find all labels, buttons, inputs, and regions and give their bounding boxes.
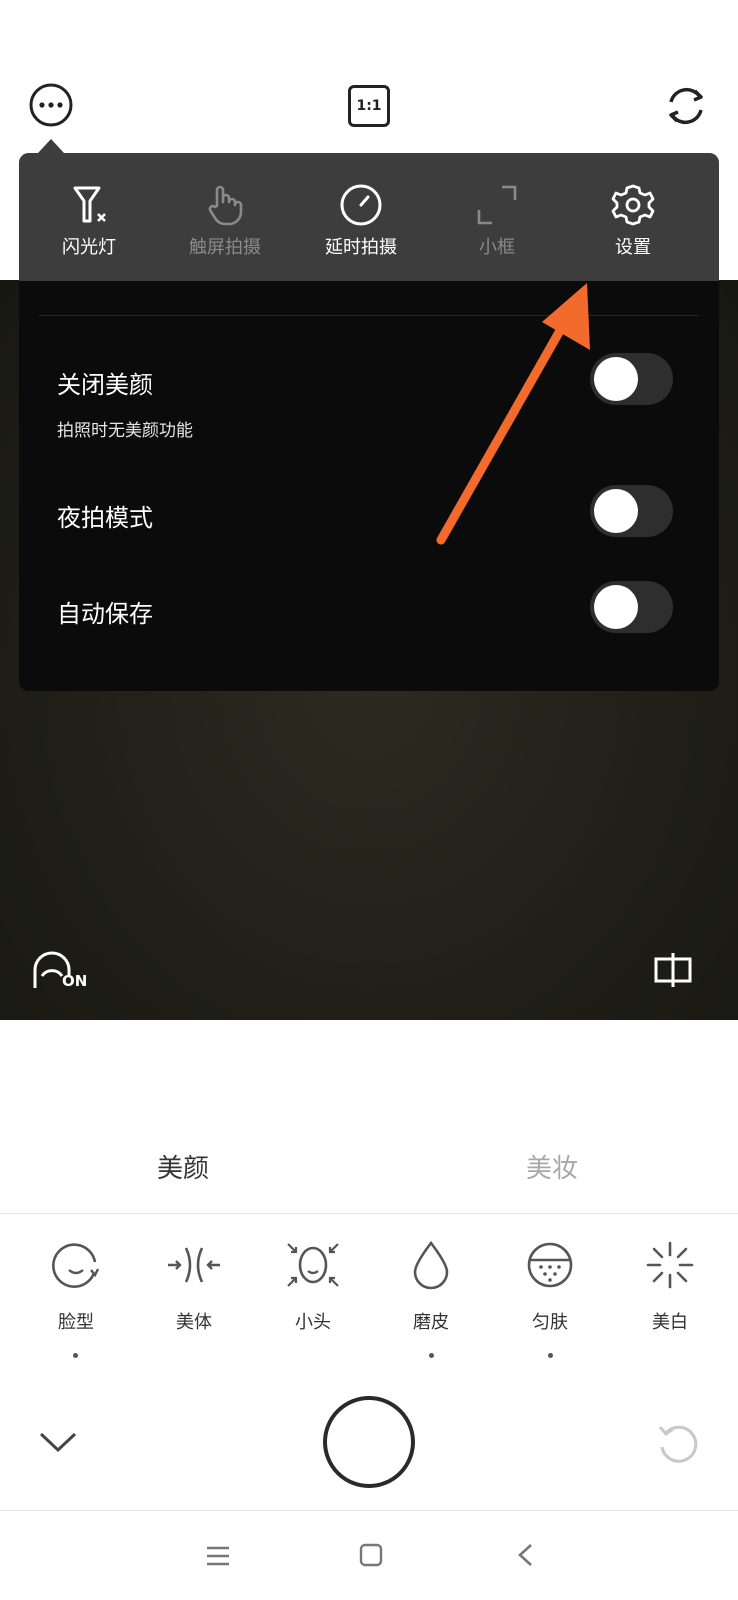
- undo-icon[interactable]: [656, 1421, 700, 1465]
- feature-small-head[interactable]: 小头: [263, 1240, 363, 1334]
- feature-dot: [73, 1353, 78, 1358]
- feature-face-shape[interactable]: 脸型: [26, 1240, 126, 1334]
- collapse-chevron-icon[interactable]: [38, 1428, 78, 1456]
- feature-small-head-label: 小头: [295, 1312, 331, 1333]
- home-nav-icon[interactable]: [358, 1542, 384, 1572]
- feature-dot: [548, 1353, 553, 1358]
- annotation-arrow: [436, 283, 590, 545]
- feature-whitening-label: 美白: [652, 1312, 688, 1333]
- body-shape-icon: [168, 1247, 220, 1283]
- feature-dot: [429, 1353, 434, 1358]
- feature-body-shape-label: 美体: [176, 1312, 212, 1333]
- whitening-icon: [646, 1241, 694, 1289]
- even-skin-icon: [527, 1242, 573, 1288]
- split-view-icon[interactable]: [653, 950, 693, 990]
- feature-body-shape[interactable]: 美体: [144, 1240, 244, 1334]
- feature-even-skin-label: 匀肤: [532, 1312, 568, 1333]
- small-head-icon: [287, 1243, 339, 1287]
- nav-divider: [0, 1510, 738, 1511]
- feature-even-skin[interactable]: 匀肤: [500, 1240, 600, 1334]
- feature-face-shape-label: 脸型: [58, 1312, 94, 1333]
- tab-makeup[interactable]: 美妆: [526, 1148, 578, 1185]
- face-shape-icon: [52, 1243, 100, 1288]
- tabs-divider: [0, 1213, 738, 1214]
- feature-whitening[interactable]: 美白: [620, 1240, 720, 1334]
- feature-smooth-skin[interactable]: 磨皮: [381, 1240, 481, 1334]
- beauty-on-label: ON: [62, 972, 88, 990]
- menu-nav-icon[interactable]: [205, 1544, 231, 1572]
- back-nav-icon[interactable]: [516, 1542, 534, 1572]
- smooth-skin-icon: [413, 1240, 449, 1290]
- feature-smooth-skin-label: 磨皮: [413, 1312, 449, 1333]
- shutter-button[interactable]: [323, 1396, 415, 1488]
- tab-beauty[interactable]: 美颜: [157, 1148, 209, 1185]
- beauty-on-icon[interactable]: ON: [32, 950, 94, 996]
